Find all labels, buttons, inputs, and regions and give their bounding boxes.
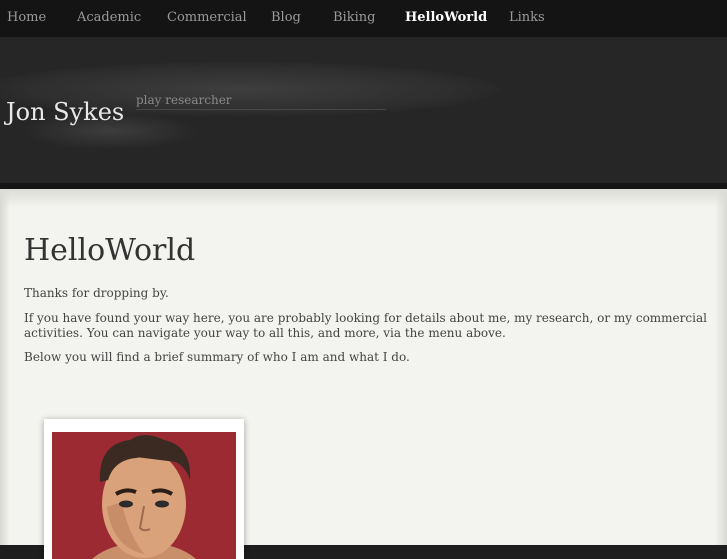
nav-item-blog[interactable]: Blog [271, 10, 301, 25]
profile-photo-frame [44, 419, 244, 559]
nav-item-biking[interactable]: Biking [333, 10, 375, 25]
content-edge-decoration [0, 189, 10, 545]
main-navigation: Home Academic Commercial Blog Biking Hel… [0, 0, 727, 37]
nav-item-academic[interactable]: Academic [77, 10, 141, 25]
page-title: HelloWorld [24, 233, 196, 268]
tagline-divider [136, 109, 386, 110]
portrait-illustration [92, 435, 196, 559]
nav-item-commercial[interactable]: Commercial [167, 10, 247, 25]
content-edge-decoration [715, 189, 727, 545]
site-title[interactable]: Jon Sykes [6, 98, 124, 126]
nav-item-home[interactable]: Home [7, 10, 46, 25]
site-header: Jon Sykes play researcher [0, 37, 727, 187]
intro-paragraph: Below you will find a brief summary of w… [24, 350, 410, 364]
site-tagline: play researcher [136, 93, 232, 107]
intro-paragraph: If you have found your way here, you are… [24, 311, 707, 340]
intro-paragraph: Thanks for dropping by. [24, 286, 169, 300]
main-content: HelloWorld Thanks for dropping by. If yo… [0, 189, 727, 559]
nav-item-links[interactable]: Links [509, 10, 545, 25]
nav-item-helloworld[interactable]: HelloWorld [405, 10, 487, 25]
content-edge-decoration [0, 189, 727, 207]
profile-photo [52, 432, 236, 559]
